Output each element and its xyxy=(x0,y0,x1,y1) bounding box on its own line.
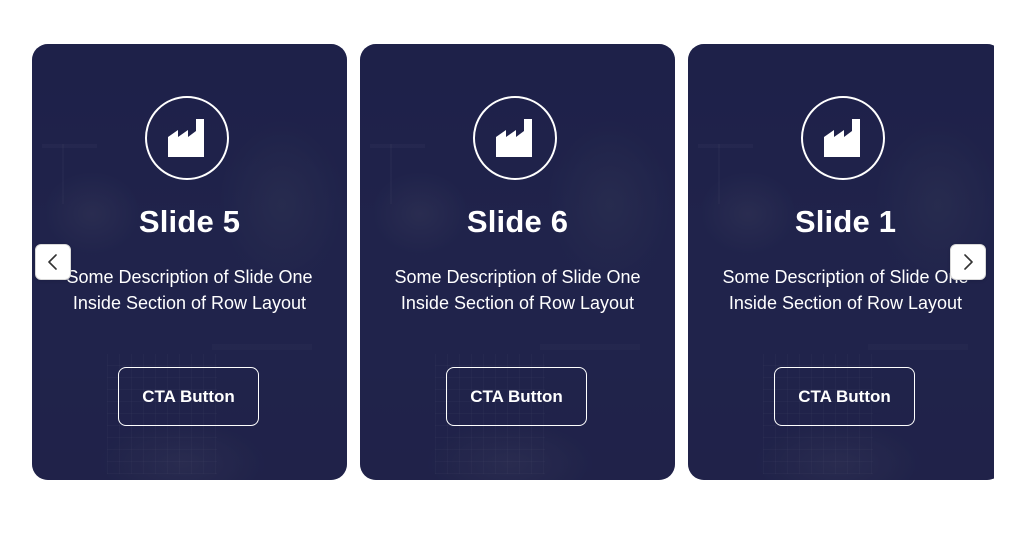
cta-button[interactable]: CTA Button xyxy=(446,367,587,426)
slide-carousel: Slide 5 Some Description of Slide One In… xyxy=(0,0,1024,547)
cta-button[interactable]: CTA Button xyxy=(774,367,915,426)
chevron-left-icon xyxy=(48,254,57,270)
cta-button[interactable]: CTA Button xyxy=(118,367,259,426)
factory-icon xyxy=(473,96,557,180)
factory-icon xyxy=(801,96,885,180)
factory-icon xyxy=(145,96,229,180)
slide-title: Slide 5 xyxy=(138,204,241,239)
carousel-slide: Slide 6 Some Description of Slide One In… xyxy=(360,44,675,480)
slide-title: Slide 6 xyxy=(466,204,569,239)
carousel-next-button[interactable] xyxy=(950,244,986,280)
slide-title: Slide 1 xyxy=(794,204,897,239)
carousel-track: Slide 5 Some Description of Slide One In… xyxy=(0,0,994,547)
carousel-slide: Slide 5 Some Description of Slide One In… xyxy=(32,44,347,480)
carousel-slide: Slide 1 Some Description of Slide One In… xyxy=(688,44,994,480)
chevron-right-icon xyxy=(964,254,973,270)
carousel-prev-button[interactable] xyxy=(35,244,71,280)
slide-description: Some Description of Slide One Inside Sec… xyxy=(394,267,641,313)
slide-description: Some Description of Slide One Inside Sec… xyxy=(66,267,313,313)
slide-description: Some Description of Slide One Inside Sec… xyxy=(722,267,969,313)
